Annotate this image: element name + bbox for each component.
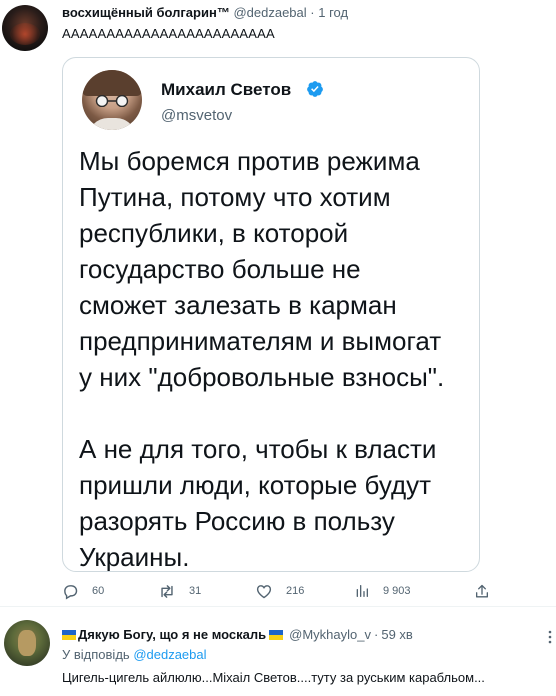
share-icon [476, 584, 488, 597]
separator: · [310, 5, 315, 20]
avatar-image [18, 630, 36, 656]
ukraine-flag-icon [269, 629, 284, 640]
reply-prefix: У відповідь [62, 647, 130, 662]
avatar-image [10, 23, 40, 45]
reply-author-name[interactable]: Дякую Богу, що я не москаль [78, 627, 266, 642]
tweet-top[interactable]: восхищённый болгарин™ @dedzaebal · 1 год… [0, 0, 556, 604]
tweet-header: восхищённый болгарин™ @dedzaebal · 1 год [62, 5, 348, 20]
reply-timestamp[interactable]: 59 хв [381, 627, 412, 642]
embedded-avatar [82, 70, 142, 130]
action-bar: 60 31 216 9 903 [62, 582, 502, 602]
author-handle[interactable]: @dedzaebal [233, 5, 306, 20]
reply-icon [64, 584, 78, 599]
author-name[interactable]: восхищённый болгарин™ [62, 5, 230, 20]
tweet-text: АААААААААААААААААААААААА [62, 26, 275, 41]
views-icon [356, 585, 368, 597]
timestamp[interactable]: 1 год [318, 5, 348, 20]
reply-text: Цигель-цигель айлюлю...Міхаіл Светов....… [62, 670, 485, 685]
embedded-screenshot[interactable]: Михаил Светов @msvetov Мы боремся против… [62, 57, 480, 572]
more-icon[interactable] [548, 630, 552, 644]
like-button[interactable]: 216 [255, 582, 304, 600]
separator: · [374, 627, 379, 642]
retweet-icon [161, 584, 173, 598]
reply-context: У відповідь @dedzaebal [62, 647, 207, 662]
verified-icon [307, 81, 323, 97]
like-count: 216 [286, 585, 305, 597]
reply-count: 60 [92, 585, 105, 597]
like-icon [256, 584, 272, 598]
reply-mention-link[interactable]: @dedzaebal [133, 647, 206, 662]
retweet-button[interactable]: 31 [158, 582, 201, 600]
views-button[interactable]: 9 903 [354, 582, 411, 600]
reply-header: Дякую Богу, що я не москаль @Mykhaylo_v … [62, 627, 413, 642]
retweet-count: 31 [189, 585, 202, 597]
embedded-tweet-text: Мы боремся против режима Путина, потому … [79, 146, 445, 572]
reply-button[interactable]: 60 [62, 582, 104, 600]
tweet-divider [0, 606, 556, 607]
ukraine-flag-icon [62, 629, 76, 640]
avatar[interactable] [2, 5, 48, 51]
reply-author-handle[interactable]: @Mykhaylo_v [289, 627, 371, 642]
embedded-author-handle: @msvetov [161, 107, 233, 124]
glasses-icon [95, 95, 129, 107]
reply-avatar[interactable] [4, 620, 50, 666]
views-count: 9 903 [383, 585, 411, 597]
share-button[interactable] [474, 582, 490, 600]
embedded-author-name: Михаил Светов [161, 80, 292, 99]
